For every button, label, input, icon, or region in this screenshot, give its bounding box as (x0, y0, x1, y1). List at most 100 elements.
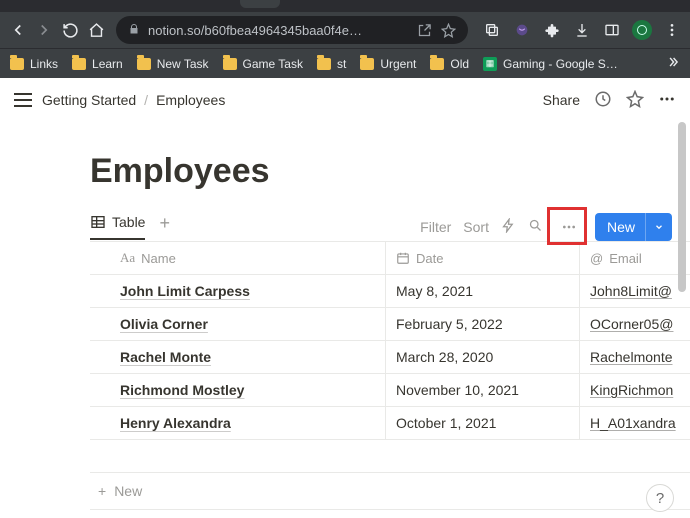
forward-button[interactable] (34, 20, 54, 40)
add-view-button[interactable]: + (157, 214, 174, 240)
cell-date[interactable]: February 5, 2022 (386, 308, 580, 340)
folder-icon (223, 58, 237, 70)
bookmark-old[interactable]: Old (430, 57, 469, 71)
table-row[interactable]: John Limit Carpess May 8, 2021 John8Limi… (90, 275, 690, 308)
database-header: Table + Filter Sort New (90, 213, 690, 241)
share-button[interactable]: Share (543, 92, 580, 108)
help-button[interactable]: ? (646, 484, 674, 512)
cell-date[interactable]: October 1, 2021 (386, 407, 580, 439)
folder-icon (10, 58, 24, 70)
bookmark-new-task[interactable]: New Task (137, 57, 209, 71)
table-header: Aa Name Date @ Email (90, 241, 690, 275)
cell-date[interactable]: March 28, 2020 (386, 341, 580, 373)
folder-icon (317, 58, 331, 70)
bookmarks-overflow[interactable] (666, 55, 680, 72)
url-bar[interactable]: notion.so/b60fbea4964345baa0f4e… (116, 16, 468, 44)
bookmark-label: Links (30, 57, 58, 71)
breadcrumb-current[interactable]: Employees (156, 92, 225, 108)
view-tab-table[interactable]: Table (90, 214, 145, 240)
column-label: Date (416, 251, 443, 266)
cell-name[interactable]: Richmond Mostley (90, 374, 386, 406)
sort-button[interactable]: Sort (463, 219, 489, 235)
database-tools: Filter Sort New (420, 213, 672, 241)
empty-row[interactable] (90, 440, 690, 473)
ext-copy-icon[interactable] (482, 20, 502, 40)
plus-icon: + (98, 483, 106, 499)
browser-toolbar: notion.so/b60fbea4964345baa0f4e… (0, 12, 690, 48)
view-tab-label: Table (112, 214, 145, 230)
bookmark-game-task[interactable]: Game Task (223, 57, 303, 71)
panel-button[interactable] (602, 20, 622, 40)
column-label: Email (609, 251, 642, 266)
column-header-name[interactable]: Aa Name (90, 242, 386, 274)
sheets-icon: ▦ (483, 57, 497, 71)
hamburger-icon[interactable] (14, 93, 32, 107)
bookmark-gaming[interactable]: ▦ Gaming - Google S… (483, 57, 618, 71)
breadcrumb-root[interactable]: Getting Started (42, 92, 136, 108)
database-more-button[interactable] (555, 213, 583, 241)
table-row[interactable]: Olivia Corner February 5, 2022 OCorner05… (90, 308, 690, 341)
table-row[interactable]: Richmond Mostley November 10, 2021 KingR… (90, 374, 690, 407)
bookmark-label: Gaming - Google S… (503, 57, 618, 71)
page-more-icon[interactable] (658, 90, 676, 111)
cell-name[interactable]: Rachel Monte (90, 341, 386, 373)
search-icon[interactable] (528, 218, 543, 236)
bookmark-learn[interactable]: Learn (72, 57, 123, 71)
folder-icon (137, 58, 151, 70)
cell-email[interactable]: H_A01xandra (580, 407, 690, 439)
bookmark-st[interactable]: st (317, 57, 346, 71)
cell-date[interactable]: May 8, 2021 (386, 275, 580, 307)
breadcrumb-sep: / (144, 92, 148, 108)
new-row-button[interactable]: + New (90, 473, 690, 510)
download-button[interactable] (572, 20, 592, 40)
cell-email[interactable]: KingRichmon (580, 374, 690, 406)
folder-icon (360, 58, 374, 70)
email-icon: @ (590, 251, 603, 266)
bookmark-links[interactable]: Links (10, 57, 58, 71)
scrollbar[interactable] (678, 122, 686, 292)
bookmark-label: New Task (157, 57, 209, 71)
page-content: Employees Table + Filter Sort (0, 122, 690, 510)
new-button[interactable]: New (595, 213, 672, 241)
column-label: Name (141, 251, 176, 266)
profile-avatar[interactable] (632, 20, 652, 40)
extensions-button[interactable] (542, 20, 562, 40)
browser-menu-button[interactable] (662, 20, 682, 40)
breadcrumb: Getting Started / Employees (42, 92, 225, 108)
table-row[interactable]: Henry Alexandra October 1, 2021 H_A01xan… (90, 407, 690, 440)
new-row-label: New (114, 483, 142, 499)
cell-name[interactable]: John Limit Carpess (90, 275, 386, 307)
cell-email[interactable]: John8Limit@ (580, 275, 690, 307)
table-icon (90, 214, 106, 230)
folder-icon (430, 58, 444, 70)
bookmark-urgent[interactable]: Urgent (360, 57, 416, 71)
cell-name[interactable]: Olivia Corner (90, 308, 386, 340)
cell-date[interactable]: November 10, 2021 (386, 374, 580, 406)
cell-email[interactable]: OCorner05@ (580, 308, 690, 340)
home-button[interactable] (86, 20, 106, 40)
bookmark-label: Old (450, 57, 469, 71)
bookmark-label: Game Task (243, 57, 303, 71)
table-row[interactable]: Rachel Monte March 28, 2020 Rachelmonte (90, 341, 690, 374)
cell-email[interactable]: Rachelmonte (580, 341, 690, 373)
bookmark-star-icon[interactable] (440, 22, 456, 38)
updates-icon[interactable] (594, 90, 612, 111)
back-button[interactable] (8, 20, 28, 40)
calendar-icon (396, 251, 410, 265)
new-button-dropdown[interactable] (645, 213, 672, 241)
ext-chat-icon[interactable] (512, 20, 532, 40)
page-title[interactable]: Employees (90, 152, 690, 191)
filter-button[interactable]: Filter (420, 219, 451, 235)
browser-tab-strip (0, 0, 690, 12)
url-text: notion.so/b60fbea4964345baa0f4e… (148, 23, 408, 38)
database-table: Aa Name Date @ Email John Limit Carpess … (90, 241, 690, 510)
favorite-icon[interactable] (626, 90, 644, 111)
reload-button[interactable] (60, 20, 80, 40)
lock-icon (128, 23, 140, 38)
column-header-email[interactable]: @ Email (580, 242, 690, 274)
cell-name[interactable]: Henry Alexandra (90, 407, 386, 439)
bolt-icon[interactable] (501, 218, 516, 236)
column-header-date[interactable]: Date (386, 242, 580, 274)
share-url-icon[interactable] (416, 22, 432, 38)
folder-icon (72, 58, 86, 70)
